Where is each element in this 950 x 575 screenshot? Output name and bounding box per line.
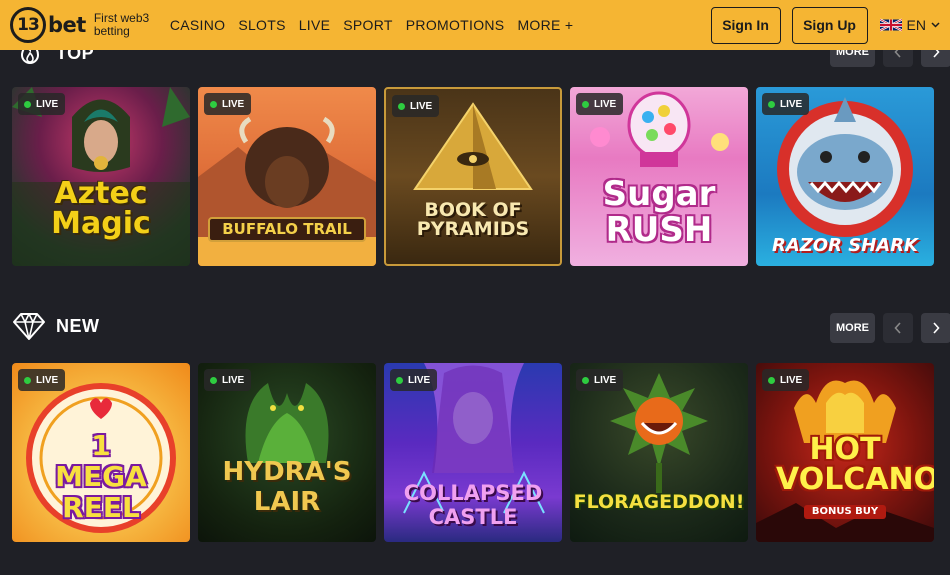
- chevron-down-icon: [931, 22, 940, 28]
- logo[interactable]: 13 bet: [10, 7, 86, 43]
- live-badge: LIVE: [762, 369, 810, 391]
- live-dot-icon: [396, 376, 403, 384]
- live-label: LIVE: [222, 374, 245, 386]
- live-badge: LIVE: [18, 93, 66, 115]
- sign-up-button[interactable]: Sign Up: [791, 6, 868, 44]
- nav-more[interactable]: MORE +: [517, 17, 573, 33]
- top-header: 13 bet First web3 betting CASINO SLOTS L…: [0, 0, 950, 50]
- live-badge: LIVE: [204, 93, 252, 115]
- nav-slots[interactable]: SLOTS: [238, 17, 285, 33]
- game-card[interactable]: LIVE BUFFALO TRAIL: [198, 87, 376, 266]
- game-subtitle: BONUS BUY: [804, 505, 886, 519]
- header-actions: Sign In Sign Up EN: [710, 6, 940, 44]
- live-label: LIVE: [594, 374, 617, 386]
- live-label: LIVE: [410, 100, 433, 112]
- live-label: LIVE: [780, 374, 803, 386]
- new-more-button[interactable]: MORE: [830, 313, 875, 343]
- game-title: 1 MEGA REEL: [55, 429, 147, 524]
- logo-word: bet: [48, 13, 86, 37]
- game-title: FLORAGEDDON!: [573, 491, 745, 513]
- live-badge: LIVE: [762, 93, 810, 115]
- sign-in-button[interactable]: Sign In: [710, 6, 781, 44]
- live-badge: LIVE: [390, 369, 438, 391]
- live-label: LIVE: [594, 98, 617, 110]
- game-title: RAZOR SHARK: [771, 235, 919, 256]
- game-card[interactable]: LIVE HYDRA'S LAIR: [198, 363, 376, 542]
- tagline: First web3 betting: [93, 11, 150, 38]
- nav-sport[interactable]: SPORT: [343, 17, 392, 33]
- section-new-title: NEW: [56, 315, 100, 336]
- game-card[interactable]: LIVE 1 MEGA REEL: [12, 363, 190, 542]
- new-next-button[interactable]: [921, 313, 950, 343]
- live-badge: LIVE: [576, 93, 624, 115]
- language-selector[interactable]: EN: [879, 17, 940, 33]
- nav-live[interactable]: LIVE: [299, 17, 331, 33]
- game-title: BUFFALO TRAIL: [208, 217, 366, 242]
- live-label: LIVE: [222, 98, 245, 110]
- live-dot-icon: [582, 376, 589, 384]
- nav-casino[interactable]: CASINO: [170, 17, 225, 33]
- live-badge: LIVE: [576, 369, 624, 391]
- top-games-row: LIVE Aztec Magic LIVE BUFFALO TRAIL LIVE…: [12, 87, 934, 266]
- live-dot-icon: [768, 100, 775, 108]
- live-label: LIVE: [36, 98, 59, 110]
- chevron-left-icon: [894, 322, 901, 334]
- uk-flag-icon: [879, 18, 902, 32]
- game-card[interactable]: LIVE FLORAGEDDON!: [570, 363, 748, 542]
- section-new-heading: NEW: [12, 311, 100, 341]
- game-card[interactable]: LIVE HOT VOLCANO BONUS BUY: [756, 363, 934, 542]
- nav-promotions[interactable]: PROMOTIONS: [406, 17, 505, 33]
- live-dot-icon: [24, 376, 31, 384]
- live-dot-icon: [210, 100, 217, 108]
- game-title: HOT VOLCANO: [776, 432, 934, 497]
- main-nav: CASINO SLOTS LIVE SPORT PROMOTIONS MORE …: [170, 17, 586, 33]
- section-new-controls: MORE: [830, 313, 950, 343]
- chevron-right-icon: [933, 322, 940, 334]
- new-prev-button[interactable]: [883, 313, 913, 343]
- live-dot-icon: [24, 100, 31, 108]
- live-dot-icon: [768, 376, 775, 384]
- game-title: COLLAPSED CASTLE: [403, 481, 543, 530]
- live-badge: LIVE: [392, 95, 440, 117]
- game-title: Sugar RUSH: [602, 174, 716, 250]
- live-dot-icon: [398, 102, 405, 110]
- live-dot-icon: [582, 100, 589, 108]
- live-badge: LIVE: [18, 369, 66, 391]
- game-title: Aztec Magic: [51, 176, 151, 241]
- logo-mark: 13: [10, 7, 46, 43]
- live-label: LIVE: [408, 374, 431, 386]
- game-title: BOOK OF PYRAMIDS: [416, 199, 530, 240]
- game-title: HYDRA'S LAIR: [222, 457, 352, 517]
- live-badge: LIVE: [204, 369, 252, 391]
- game-card[interactable]: LIVE RAZOR SHARK: [756, 87, 934, 266]
- live-label: LIVE: [36, 374, 59, 386]
- new-games-row: LIVE 1 MEGA REEL LIVE HYDRA'S LAIR LIVE …: [12, 363, 934, 542]
- game-card[interactable]: LIVE BOOK OF PYRAMIDS: [384, 87, 562, 266]
- game-card[interactable]: LIVE COLLAPSED CASTLE: [384, 363, 562, 542]
- language-label: EN: [906, 17, 926, 33]
- game-card[interactable]: LIVE Sugar RUSH: [570, 87, 748, 266]
- live-dot-icon: [210, 376, 217, 384]
- game-card[interactable]: LIVE Aztec Magic: [12, 87, 190, 266]
- diamond-icon: [13, 313, 45, 340]
- live-label: LIVE: [780, 98, 803, 110]
